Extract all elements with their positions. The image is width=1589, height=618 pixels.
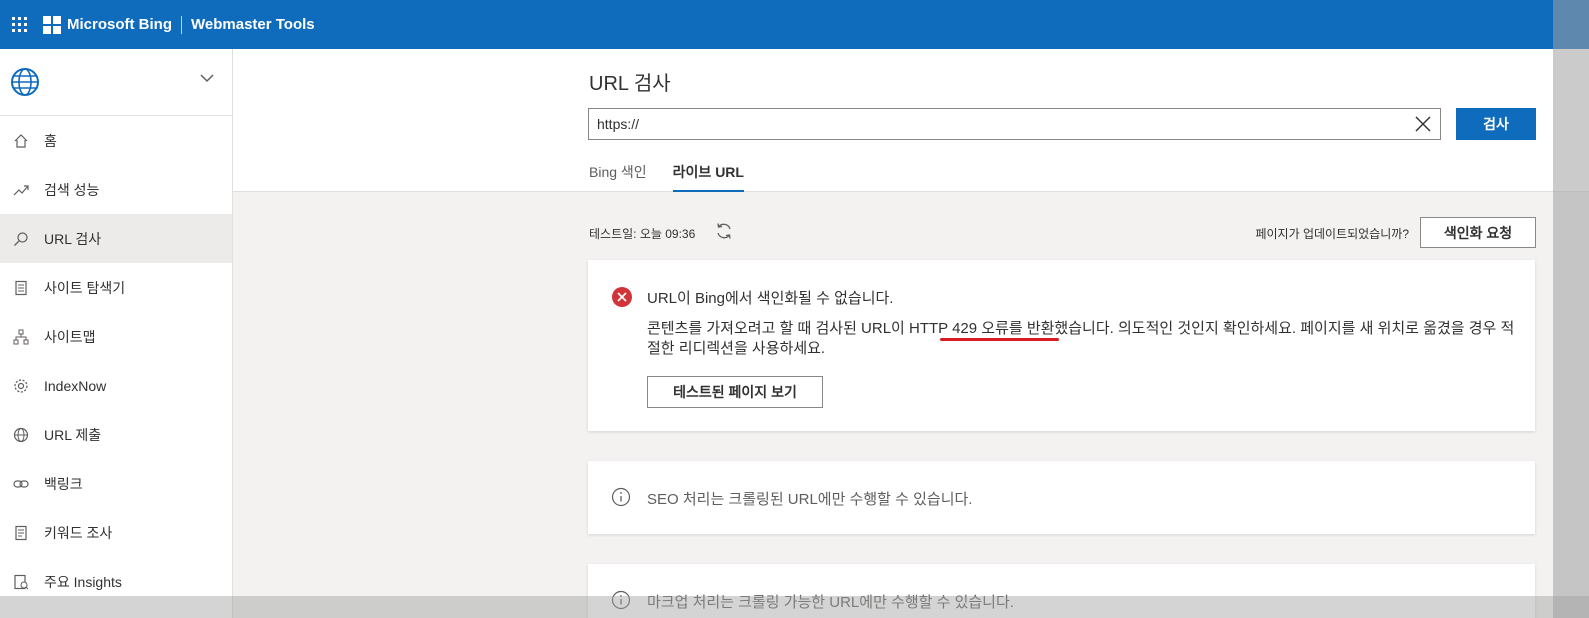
brand-divider bbox=[181, 15, 182, 34]
sidebar-item-label: IndexNow bbox=[44, 377, 107, 394]
gear-icon bbox=[12, 377, 30, 395]
test-info-row: 테스트일: 오늘 09:36 페이지가 업데이트되었습니까? 색인화 요청 bbox=[589, 217, 1536, 248]
seo-info-card: SEO 처리는 크롤링된 URL에만 수행할 수 있습니다. bbox=[588, 461, 1535, 534]
document-icon bbox=[12, 524, 30, 542]
sidebar-item-label: 검색 성능 bbox=[44, 181, 100, 198]
inspection-tabs: Bing 색인 라이브 URL bbox=[589, 159, 770, 192]
view-tested-page-button[interactable]: 테스트된 페이지 보기 bbox=[647, 376, 823, 408]
sidebar-item-label: 백링크 bbox=[44, 475, 83, 492]
sitemap-icon bbox=[12, 328, 30, 346]
link-icon bbox=[12, 475, 30, 493]
seo-info-text: SEO 처리는 크롤링된 URL에만 수행할 수 있습니다. bbox=[647, 491, 973, 508]
page-title: URL 검사 bbox=[589, 73, 671, 95]
sidebar-item-url-submission[interactable]: URL 제출 bbox=[0, 410, 232, 459]
globe-icon bbox=[11, 68, 39, 96]
sidebar-nav: 홈 검색 성능 URL 검사 사이트 탐색기 사이트맵 IndexNow URL… bbox=[0, 116, 232, 606]
bottom-edge-shade bbox=[0, 596, 1589, 618]
annotation-underline bbox=[940, 338, 1059, 341]
top-bar: Microsoft Bing Webmaster Tools bbox=[0, 0, 1589, 49]
sidebar-item-search-performance[interactable]: 검색 성능 bbox=[0, 165, 232, 214]
sidebar-item-label: 사이트맵 bbox=[44, 328, 96, 345]
sidebar-item-url-inspection[interactable]: URL 검사 bbox=[0, 214, 232, 263]
microsoft-logo-icon bbox=[43, 15, 61, 34]
brand-name[interactable]: Microsoft Bing bbox=[67, 16, 172, 33]
sidebar-item-backlinks[interactable]: 백링크 bbox=[0, 459, 232, 508]
sidebar: 홈 검색 성능 URL 검사 사이트 탐색기 사이트맵 IndexNow URL… bbox=[0, 49, 233, 618]
url-input[interactable]: https:// bbox=[588, 108, 1441, 140]
chevron-down-icon[interactable] bbox=[200, 73, 214, 83]
sidebar-item-label: 주요 Insights bbox=[44, 573, 122, 590]
test-date: 테스트일: 오늘 09:36 bbox=[589, 227, 696, 241]
close-icon[interactable] bbox=[1414, 115, 1432, 133]
refresh-icon[interactable] bbox=[715, 222, 733, 240]
globe-icon bbox=[12, 426, 30, 444]
error-card: URL이 Bing에서 색인화될 수 없습니다. 콘텐츠를 가져오려고 할 때 … bbox=[588, 260, 1535, 431]
sidebar-item-label: 홈 bbox=[44, 132, 57, 149]
sidebar-item-keyword-research[interactable]: 키워드 조사 bbox=[0, 508, 232, 557]
info-icon bbox=[611, 487, 631, 507]
inspect-button[interactable]: 검사 bbox=[1456, 108, 1536, 140]
sidebar-item-home[interactable]: 홈 bbox=[0, 116, 232, 165]
url-inspection-header: URL 검사 https:// 검사 Bing 색인 라이브 URL bbox=[233, 49, 1589, 192]
request-indexing-button[interactable]: 색인화 요청 bbox=[1420, 217, 1536, 248]
url-input-value: https:// bbox=[597, 116, 640, 132]
insights-icon bbox=[12, 573, 30, 591]
sidebar-item-sitemaps[interactable]: 사이트맵 bbox=[0, 312, 232, 361]
sidebar-item-label: URL 검사 bbox=[44, 230, 102, 247]
site-picker[interactable] bbox=[0, 49, 232, 116]
error-description: 콘텐츠를 가져오려고 할 때 검사된 URL이 HTTP 429 오류를 반환했… bbox=[647, 320, 1515, 357]
updated-question: 페이지가 업데이트되었습니까? bbox=[1255, 227, 1409, 241]
sidebar-item-label: 사이트 탐색기 bbox=[44, 279, 126, 296]
app-launcher-icon[interactable] bbox=[0, 0, 38, 49]
sidebar-item-label: 키워드 조사 bbox=[44, 524, 113, 541]
sidebar-item-label: URL 제출 bbox=[44, 426, 102, 443]
right-edge-shade bbox=[1553, 0, 1589, 618]
tab-live-url[interactable]: 라이브 URL bbox=[672, 159, 744, 192]
home-icon bbox=[12, 132, 30, 150]
sidebar-item-site-explorer[interactable]: 사이트 탐색기 bbox=[0, 263, 232, 312]
sidebar-item-indexnow[interactable]: IndexNow bbox=[0, 361, 232, 410]
tab-bing-index[interactable]: Bing 색인 bbox=[589, 159, 647, 192]
error-title: URL이 Bing에서 색인화될 수 없습니다. bbox=[647, 290, 894, 307]
search-icon bbox=[12, 230, 30, 248]
document-icon bbox=[12, 279, 30, 297]
error-icon bbox=[612, 287, 632, 307]
product-name[interactable]: Webmaster Tools bbox=[191, 16, 315, 33]
trend-icon bbox=[12, 181, 30, 199]
